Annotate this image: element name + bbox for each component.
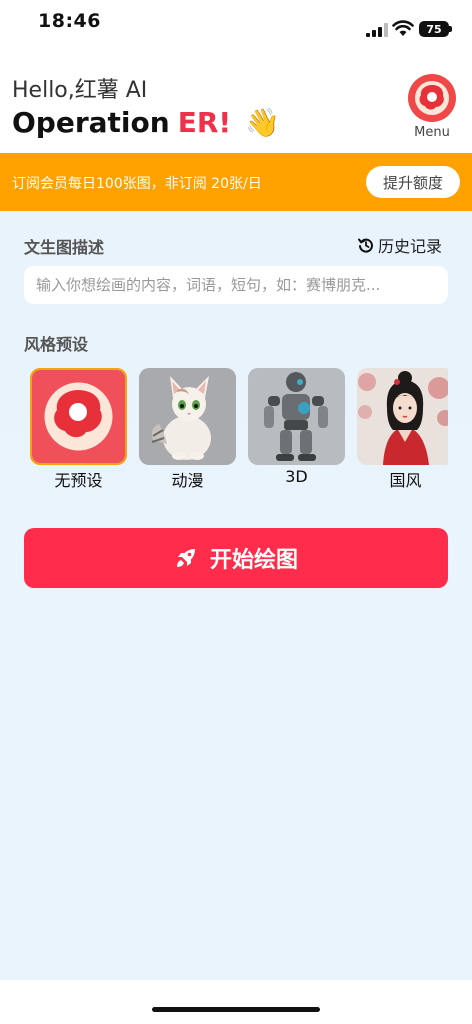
- style-item-chinese[interactable]: 国风: [357, 368, 448, 488]
- wave-emoji: 👋: [245, 106, 281, 139]
- 3d-robot-image-icon: [248, 368, 345, 465]
- battery-level: 75: [426, 22, 442, 36]
- greeting: Hello,红薯 AI: [12, 78, 148, 103]
- prompt-input[interactable]: [24, 266, 448, 304]
- style-label: 无预设: [54, 471, 103, 488]
- rocket-icon: [176, 549, 195, 567]
- battery-indicator: 75: [419, 21, 449, 37]
- style-thumb-3d[interactable]: [248, 368, 345, 465]
- status-bar: 18:46 75: [0, 0, 472, 48]
- app-logo-icon: [32, 370, 125, 463]
- start-drawing-label: 开始绘图: [209, 548, 298, 573]
- page-title: Operation ER! 👋: [12, 106, 280, 139]
- upgrade-quota-button[interactable]: 提升额度: [366, 166, 460, 198]
- style-label: 国风: [389, 471, 422, 488]
- wifi-icon: [392, 20, 414, 36]
- battery-cap: [449, 26, 452, 32]
- style-item-anime[interactable]: 动漫: [139, 368, 236, 488]
- style-thumb-anime[interactable]: [139, 368, 236, 465]
- history-icon: [358, 238, 373, 253]
- anime-cat-image-icon: [139, 368, 236, 465]
- signal-icon: [366, 23, 388, 37]
- history-button[interactable]: 历史记录: [358, 233, 442, 257]
- style-item-none[interactable]: 无预设: [30, 368, 127, 488]
- title-main: Operation: [12, 106, 170, 139]
- style-label: 3D: [285, 467, 308, 486]
- style-preset-list: 无预设 动漫 3D 国风: [30, 368, 448, 488]
- start-drawing-button[interactable]: 开始绘图: [24, 528, 448, 588]
- style-section-title: 风格预设: [24, 335, 89, 354]
- prompt-section-title: 文生图描述: [24, 238, 105, 257]
- chinese-style-girl-image-icon: [357, 368, 448, 465]
- menu-label[interactable]: Menu: [406, 125, 458, 140]
- status-time: 18:46: [38, 10, 101, 32]
- style-label: 动漫: [171, 471, 204, 488]
- subscription-banner: 订阅会员每日100张图，非订阅 20张/日 提升额度: [0, 153, 472, 211]
- main-content: 文生图描述 历史记录 风格预设 无预设: [0, 211, 472, 980]
- style-thumb-chinese[interactable]: [357, 368, 448, 465]
- style-thumb-none[interactable]: [30, 368, 127, 465]
- home-indicator[interactable]: [152, 1007, 320, 1012]
- menu-logo-icon[interactable]: [408, 74, 456, 122]
- banner-text: 订阅会员每日100张图，非订阅 20张/日: [12, 176, 262, 192]
- style-item-3d[interactable]: 3D: [248, 368, 345, 486]
- history-label: 历史记录: [378, 237, 443, 256]
- title-accent: ER!: [177, 106, 232, 139]
